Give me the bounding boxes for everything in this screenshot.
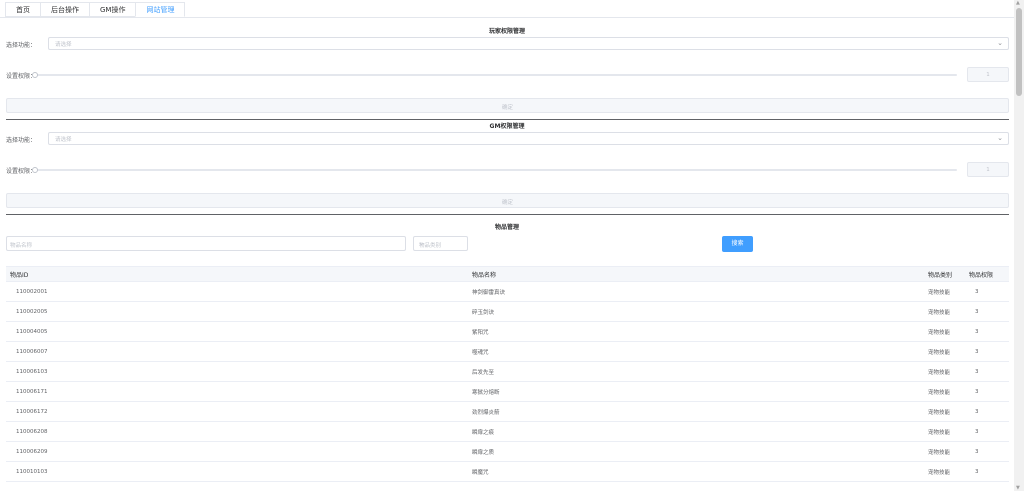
gm-function-placeholder: 请选择 xyxy=(55,137,72,143)
gm-confirm-button[interactable]: 确定 xyxy=(6,193,1009,208)
player-permission-slider[interactable] xyxy=(35,74,957,76)
table-body: 110002001 神剑御雷真诀 宠物技能 3 110002005 碎玉剑诀 宠物技能 3 11… xyxy=(6,282,1009,482)
scroll-down-icon[interactable]: ▼ xyxy=(1016,485,1020,491)
table-row[interactable]: 110002001 神剑御雷真诀 宠物技能 3 xyxy=(6,282,1009,302)
item-name-placeholder: 物品名称 xyxy=(10,243,33,249)
table-row[interactable]: 110006171 寒獄分熔断 宠物技能 3 xyxy=(6,382,1009,402)
cell-item-id: 110006007 xyxy=(16,348,48,355)
cell-item-id: 110006209 xyxy=(16,448,48,455)
cell-item-type: 宠物技能 xyxy=(928,389,951,396)
cell-item-name: 噬魂咒 xyxy=(472,349,489,356)
scroll-up-icon[interactable]: ▲ xyxy=(1016,0,1020,6)
cell-item-type: 宠物技能 xyxy=(928,409,951,416)
table-row[interactable]: 110002005 碎玉剑诀 宠物技能 3 xyxy=(6,302,1009,322)
cell-item-permission: 3 xyxy=(975,348,979,355)
player-function-select[interactable]: 请选择 ⌄ xyxy=(48,37,1009,50)
cell-item-type: 宠物技能 xyxy=(928,449,951,456)
cell-item-permission: 3 xyxy=(975,368,979,375)
slider-handle-icon[interactable] xyxy=(32,167,38,173)
column-header-item-permission[interactable]: 物品权限 xyxy=(965,270,1009,279)
cell-item-id: 110006171 xyxy=(16,388,48,395)
chevron-down-icon: ⌄ xyxy=(997,39,1003,47)
item-table: 物品ID 物品名称 物品类别 物品权限 110002001 神剑御雷真诀 宠物技能 3… xyxy=(6,266,1009,482)
cell-item-id: 110006172 xyxy=(16,408,48,415)
cell-item-id: 110004005 xyxy=(16,328,48,335)
cell-item-permission: 3 xyxy=(975,288,979,295)
cell-item-type: 宠物技能 xyxy=(928,469,951,476)
cell-item-type: 宠物技能 xyxy=(928,329,951,336)
column-header-item-id[interactable]: 物品ID xyxy=(6,270,462,279)
table-row[interactable]: 110006209 瞬扉之质 宠物技能 3 xyxy=(6,442,1009,462)
cell-item-id: 110010103 xyxy=(16,468,48,475)
cell-item-type: 宠物技能 xyxy=(928,369,951,376)
table-row[interactable]: 110006208 瞬扉之痕 宠物技能 3 xyxy=(6,422,1009,442)
cell-item-name: 后发先至 xyxy=(472,369,495,376)
player-permission-input: 1 xyxy=(967,67,1009,82)
item-type-select[interactable]: 物品类别 ⌄ xyxy=(413,236,468,251)
tab-divider xyxy=(0,17,1014,18)
cell-item-id: 110002001 xyxy=(16,288,48,295)
gm-function-label: 选择功能： xyxy=(6,137,37,144)
cell-item-permission: 3 xyxy=(975,428,979,435)
cell-item-name: 寒獄分熔断 xyxy=(472,389,500,396)
gm-permission-value: 1 xyxy=(986,167,990,173)
cell-item-permission: 3 xyxy=(975,408,979,415)
gm-permission-slider[interactable] xyxy=(35,169,957,171)
column-header-item-name[interactable]: 物品名称 xyxy=(462,270,920,279)
chevron-down-icon: ⌄ xyxy=(997,134,1003,142)
section-divider xyxy=(6,214,1009,215)
slider-handle-icon[interactable] xyxy=(32,72,38,78)
cell-item-id: 110006208 xyxy=(16,428,48,435)
search-button[interactable]: 搜索 xyxy=(722,236,753,252)
cell-item-permission: 3 xyxy=(975,448,979,455)
cell-item-type: 宠物技能 xyxy=(928,349,951,356)
chevron-down-icon: ⌄ xyxy=(419,240,425,247)
tab-backend-ops[interactable]: 后台操作 xyxy=(40,2,89,17)
player-function-label: 选择功能： xyxy=(6,42,37,49)
player-confirm-button[interactable]: 确定 xyxy=(6,98,1009,113)
player-confirm-label: 确定 xyxy=(501,105,513,111)
table-row[interactable]: 110010103 瞬魔咒 宠物技能 3 xyxy=(6,462,1009,482)
tab-gm-ops[interactable]: GM操作 xyxy=(89,2,136,17)
gm-confirm-label: 确定 xyxy=(501,200,513,206)
table-row[interactable]: 110006007 噬魂咒 宠物技能 3 xyxy=(6,342,1009,362)
cell-item-name: 神剑御雷真诀 xyxy=(472,289,506,296)
cell-item-name: 碎玉剑诀 xyxy=(472,309,495,316)
cell-item-permission: 3 xyxy=(975,388,979,395)
cell-item-name: 瞬扉之痕 xyxy=(472,429,495,436)
cell-item-name: 瞬扉之质 xyxy=(472,449,495,456)
page: 首页 后台操作 GM操作 网站管理 玩家权限管理 选择功能： 请选择 ⌄ 设置权… xyxy=(0,0,1014,491)
gm-permission-title: GM权限管理 xyxy=(489,123,525,130)
section-divider xyxy=(6,119,1009,120)
cell-item-id: 110006103 xyxy=(16,368,48,375)
scrollbar-thumb[interactable] xyxy=(1016,8,1022,96)
tab-bar: 首页 后台操作 GM操作 网站管理 xyxy=(5,2,186,18)
player-permission-title: 玩家权限管理 xyxy=(488,28,525,35)
page-scrollbar[interactable]: ▲ ▼ xyxy=(1014,0,1024,491)
table-row[interactable]: 110004005 紫阳咒 宠物技能 3 xyxy=(6,322,1009,342)
tab-home[interactable]: 首页 xyxy=(5,2,40,17)
cell-item-permission: 3 xyxy=(975,308,979,315)
cell-item-name: 紫阳咒 xyxy=(472,329,489,336)
cell-item-permission: 3 xyxy=(975,328,979,335)
cell-item-type: 宠物技能 xyxy=(928,429,951,436)
cell-item-name: 劲烈爆炎箭 xyxy=(472,409,500,416)
cell-item-id: 110002005 xyxy=(16,308,48,315)
tab-site-management[interactable]: 网站管理 xyxy=(135,2,186,17)
table-row[interactable]: 110006103 后发先至 宠物技能 3 xyxy=(6,362,1009,382)
table-row[interactable]: 110006172 劲烈爆炎箭 宠物技能 3 xyxy=(6,402,1009,422)
gm-permission-input: 1 xyxy=(967,162,1009,177)
cell-item-permission: 3 xyxy=(975,468,979,475)
item-name-input[interactable]: 物品名称 xyxy=(6,236,406,251)
player-function-placeholder: 请选择 xyxy=(55,42,72,48)
cell-item-type: 宠物技能 xyxy=(928,289,951,296)
cell-item-type: 宠物技能 xyxy=(928,309,951,316)
column-header-item-type[interactable]: 物品类别 xyxy=(920,270,965,279)
table-header: 物品ID 物品名称 物品类别 物品权限 xyxy=(6,266,1009,282)
item-management-title: 物品管理 xyxy=(494,224,519,231)
player-permission-value: 1 xyxy=(986,72,990,78)
gm-function-select[interactable]: 请选择 ⌄ xyxy=(48,132,1009,145)
cell-item-name: 瞬魔咒 xyxy=(472,469,489,476)
